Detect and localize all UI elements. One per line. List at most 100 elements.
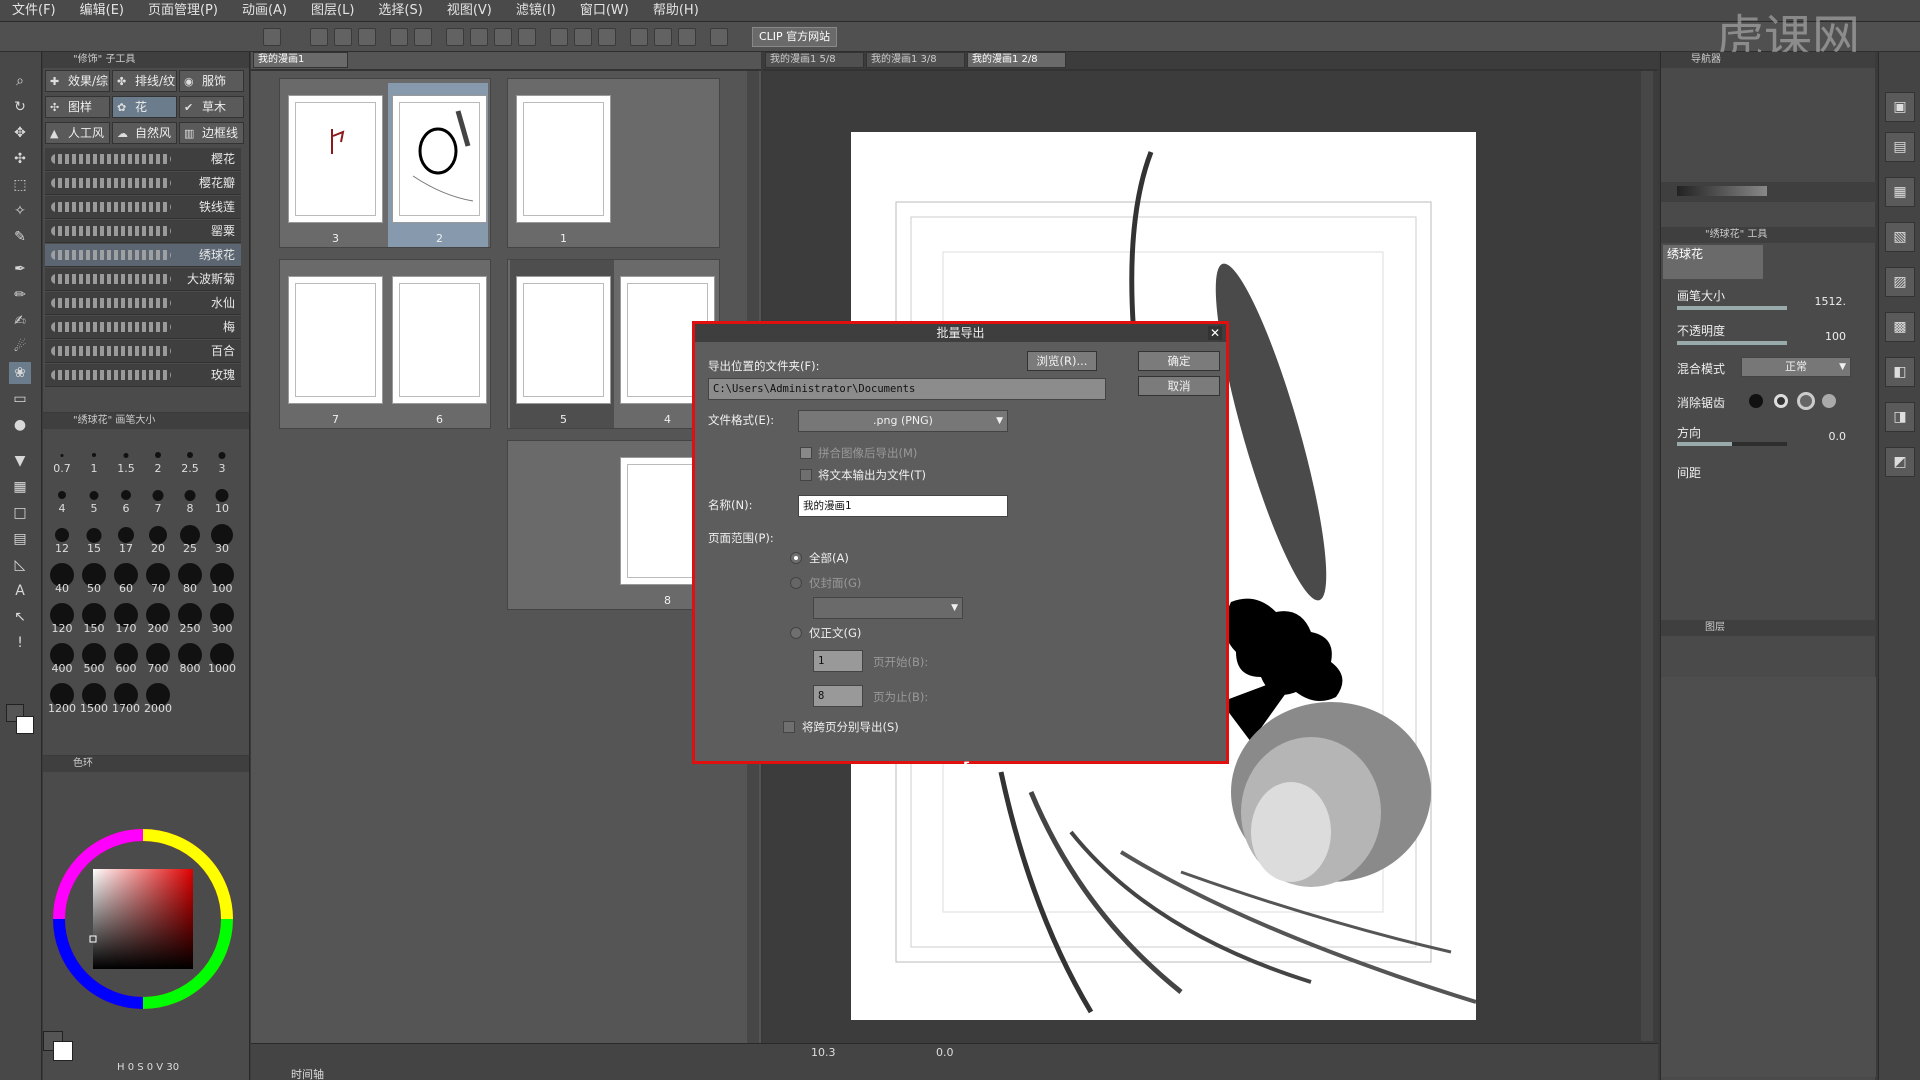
brush-size-cell[interactable]: 1500 bbox=[79, 677, 109, 715]
brush-size-cell[interactable]: 6 bbox=[111, 477, 141, 515]
brush-size-cell[interactable]: 15 bbox=[79, 517, 109, 555]
text-output-checkbox[interactable] bbox=[800, 469, 812, 481]
menu-toggle-icon[interactable] bbox=[263, 28, 281, 46]
brush-item[interactable]: 樱花瓣 bbox=[45, 172, 241, 195]
eyedropper-icon[interactable]: ✎ bbox=[9, 226, 31, 248]
name-input[interactable]: 我的漫画1 bbox=[798, 495, 1008, 517]
color-wheel[interactable] bbox=[48, 824, 238, 1014]
subtool-tab[interactable]: ▥ 边框线 bbox=[179, 122, 244, 144]
pen-tool-icon[interactable]: ✒ bbox=[9, 258, 31, 280]
undo-icon[interactable] bbox=[390, 28, 408, 46]
panel-icon-1[interactable]: ▣ bbox=[1885, 92, 1915, 122]
start-page-input[interactable]: 1 bbox=[813, 650, 863, 672]
opacity-slider[interactable] bbox=[1677, 341, 1787, 345]
decoration-tool-icon[interactable]: ❀ bbox=[9, 362, 31, 384]
direction-slider[interactable] bbox=[1677, 442, 1787, 446]
brush-size-cell[interactable]: 120 bbox=[47, 597, 77, 635]
aa-mid-icon[interactable] bbox=[1797, 392, 1815, 410]
color-sub-swatch[interactable] bbox=[53, 1041, 73, 1061]
subtool-tab[interactable]: ▲ 人工风 bbox=[45, 122, 110, 144]
spread-checkbox[interactable] bbox=[783, 721, 795, 733]
page-single[interactable]: 1 bbox=[507, 78, 720, 248]
brush-size-cell[interactable]: 50 bbox=[79, 557, 109, 595]
page-thumb[interactable] bbox=[288, 95, 383, 223]
brush-item[interactable]: 玫瑰 bbox=[45, 364, 241, 387]
blend-select[interactable]: 正常 ▼ bbox=[1741, 357, 1851, 377]
subtool-tab[interactable]: ✚ 效果/综 bbox=[45, 70, 110, 92]
brush-size-cell[interactable]: 4 bbox=[47, 477, 77, 515]
page-spread[interactable]: 3 2 bbox=[279, 78, 491, 248]
snap-ruler-icon[interactable] bbox=[654, 28, 672, 46]
brush-item[interactable]: 梅 bbox=[45, 316, 241, 339]
menu-item[interactable]: 选择(S) bbox=[366, 0, 434, 22]
range-body-radio[interactable] bbox=[790, 627, 802, 639]
panel-icon-4[interactable]: ▧ bbox=[1885, 222, 1915, 252]
snap-icon[interactable] bbox=[630, 28, 648, 46]
rotate-tool-icon[interactable]: ↻ bbox=[9, 96, 31, 118]
brush-size-cell[interactable]: 7 bbox=[143, 477, 173, 515]
panel-icon-5[interactable]: ▨ bbox=[1885, 267, 1915, 297]
browse-button[interactable]: 浏览(R)... bbox=[1027, 351, 1097, 371]
menu-item[interactable]: 帮助(H) bbox=[641, 0, 711, 22]
timeline-tab[interactable]: 时间轴 bbox=[291, 1066, 324, 1080]
fill-tool-icon[interactable]: ▼ bbox=[9, 450, 31, 472]
brush-size-cell[interactable]: 300 bbox=[207, 597, 237, 635]
brush-size-cell[interactable]: 700 bbox=[143, 637, 173, 675]
canvas-vscrollbar[interactable] bbox=[1641, 71, 1653, 1041]
redo-icon[interactable] bbox=[414, 28, 432, 46]
eraser-icon[interactable]: ▭ bbox=[9, 388, 31, 410]
brush-item[interactable]: 绣球花 bbox=[45, 244, 241, 267]
brush-size-cell[interactable]: 1700 bbox=[111, 677, 141, 715]
open-file-icon[interactable] bbox=[334, 28, 352, 46]
brush-item[interactable]: 樱花 bbox=[45, 148, 241, 171]
selection-tool-icon[interactable]: ⬚ bbox=[9, 174, 31, 196]
page-spread[interactable]: 5 4 bbox=[507, 259, 720, 429]
brush-size-cell[interactable]: 40 bbox=[47, 557, 77, 595]
page-single[interactable]: 8 bbox=[507, 440, 720, 610]
brush-size-cell[interactable]: 8 bbox=[175, 477, 205, 515]
menu-item[interactable]: 图层(L) bbox=[299, 0, 366, 22]
brush-item[interactable]: 百合 bbox=[45, 340, 241, 363]
brush-item[interactable]: 大波斯菊 bbox=[45, 268, 241, 291]
page-spread[interactable]: 7 6 bbox=[279, 259, 491, 429]
menu-item[interactable]: 编辑(E) bbox=[68, 0, 136, 22]
clear-icon[interactable] bbox=[446, 28, 464, 46]
canvas-tab[interactable]: 我的漫画1 3/8 bbox=[866, 52, 965, 68]
brush-size-cell[interactable]: 500 bbox=[79, 637, 109, 675]
menu-item[interactable]: 动画(A) bbox=[230, 0, 299, 22]
panel-icon-9[interactable]: ◩ bbox=[1885, 447, 1915, 477]
brush-size-cell[interactable]: 800 bbox=[175, 637, 205, 675]
brush-size-cell[interactable]: 10 bbox=[207, 477, 237, 515]
brush-size-cell[interactable]: 400 bbox=[47, 637, 77, 675]
subtool-tab[interactable]: ☁ 自然风 bbox=[112, 122, 177, 144]
display-icon[interactable] bbox=[710, 28, 728, 46]
format-select[interactable]: .png (PNG) ▼ bbox=[798, 410, 1008, 432]
merge-checkbox[interactable] bbox=[800, 447, 812, 459]
brush-size-cell[interactable]: 250 bbox=[175, 597, 205, 635]
brush-tool-icon[interactable]: ✍ bbox=[9, 310, 31, 332]
zoom-tool-icon[interactable]: ⌕ bbox=[9, 70, 31, 92]
end-page-input[interactable]: 8 bbox=[813, 685, 863, 707]
brush-size-cell[interactable]: 20 bbox=[143, 517, 173, 555]
deselect-icon[interactable] bbox=[518, 28, 536, 46]
panel-icon-3[interactable]: ▦ bbox=[1885, 177, 1915, 207]
panel-icon-6[interactable]: ▩ bbox=[1885, 312, 1915, 342]
brush-size-cell[interactable]: 1000 bbox=[207, 637, 237, 675]
brush-size-cell[interactable]: 170 bbox=[111, 597, 141, 635]
brush-size-cell[interactable]: 3 bbox=[207, 437, 237, 475]
export-path-field[interactable]: C:\Users\Administrator\Documents bbox=[708, 378, 1106, 400]
page-thumb[interactable] bbox=[392, 95, 487, 223]
brush-size-cell[interactable]: 25 bbox=[175, 517, 205, 555]
page-manager-tab[interactable]: 我的漫画1 bbox=[253, 52, 348, 68]
canvas-tab[interactable]: 我的漫画1 5/8 bbox=[765, 52, 864, 68]
brush-size-cell[interactable]: 100 bbox=[207, 557, 237, 595]
invert-icon[interactable] bbox=[574, 28, 592, 46]
cover-select[interactable]: ▼ bbox=[813, 597, 963, 619]
snap-grid-icon[interactable] bbox=[678, 28, 696, 46]
ruler-tool-icon[interactable]: ◺ bbox=[9, 554, 31, 576]
gradient-icon[interactable]: ▦ bbox=[9, 476, 31, 498]
brush-size-cell[interactable]: 2.5 bbox=[175, 437, 205, 475]
frame-icon[interactable]: ▤ bbox=[9, 528, 31, 550]
brush-size-cell[interactable]: 2 bbox=[143, 437, 173, 475]
color-gradient-bar[interactable] bbox=[1677, 186, 1767, 196]
